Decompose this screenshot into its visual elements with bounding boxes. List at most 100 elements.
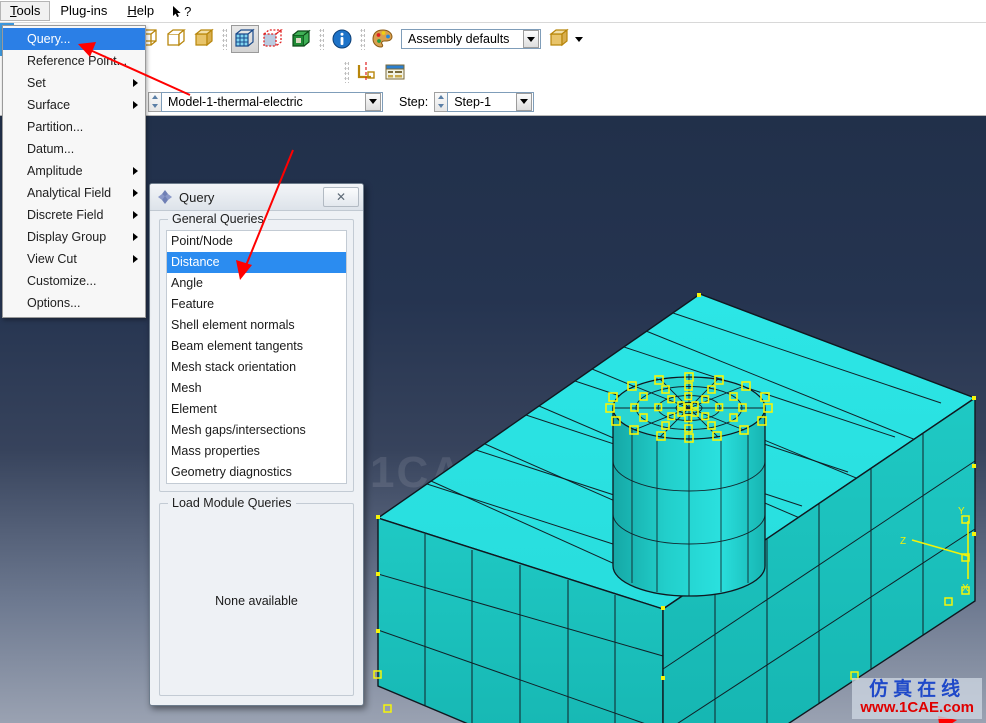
list-item[interactable]: Shell element normals [167,315,346,336]
menu-item-analytical-field[interactable]: Analytical Field [3,182,145,204]
menu-item-partition[interactable]: Partition... [3,116,145,138]
submenu-arrow-icon [133,211,138,219]
model-spinner[interactable] [148,91,161,112]
chevron-down-icon[interactable] [523,30,539,48]
submenu-arrow-icon [133,167,138,175]
list-item-selected[interactable]: Distance [167,252,346,273]
menu-item-surface-label: Surface [27,98,71,112]
site-watermark: 仿真在线 www.1CAE.com [852,678,982,719]
query-dialog[interactable]: Query ✕ General Queries Point/Node Dista… [149,183,364,706]
toolbar-grip-2[interactable] [319,28,324,50]
query-dialog-titlebar[interactable]: Query ✕ [150,184,363,211]
spinner-up-icon[interactable] [152,95,158,99]
list-item[interactable]: Mesh gaps/intersections [167,420,346,441]
view-cube-icon[interactable] [545,25,573,53]
menu-item-view-cut-label: View Cut [27,252,77,266]
site-watermark-en: www.1CAE.com [860,699,974,717]
datum-y-label: Y [958,506,965,517]
list-item[interactable]: Mass properties [167,441,346,462]
menu-item-set[interactable]: Set [3,72,145,94]
step-value: Step-1 [454,94,492,109]
menu-item-display-group[interactable]: Display Group [3,226,145,248]
model-chevron-down-icon[interactable] [365,92,381,111]
menu-tools[interactable]: TToolsools [0,1,51,21]
menu-item-query[interactable]: Query... [3,28,145,50]
menu-item-options-label: Options... [27,296,81,310]
step-combo[interactable]: Step-1 [447,91,535,112]
model-viewport[interactable]: 1CAE.COM [0,116,986,723]
help-pointer-label: ? [184,3,192,19]
list-item[interactable]: Angle [167,273,346,294]
view-cube-chevron-icon[interactable] [573,25,585,53]
menu-item-reference-point[interactable]: Reference Point... [3,50,145,72]
mesh-display-icon[interactable] [231,25,259,53]
context-bar: Model-1-thermal-electric Step: Step-1 [0,88,986,116]
query-dialog-title: Query [179,189,215,205]
list-item[interactable]: Feature [167,294,346,315]
site-watermark-cn: 仿真在线 [869,678,966,701]
spinner-down-icon[interactable] [152,104,158,108]
menu-item-amplitude[interactable]: Amplitude [3,160,145,182]
general-queries-group: General Queries Point/Node Distance Angl… [159,212,354,492]
menu-item-datum-label: Datum... [27,142,75,156]
toolbar-grip-4[interactable] [344,61,349,83]
model-value: Model-1-thermal-electric [168,94,303,109]
menu-item-surface[interactable]: Surface [3,94,145,116]
menu-item-discrete-field[interactable]: Discrete Field [3,204,145,226]
list-item[interactable]: Mesh stack orientation [167,357,346,378]
toolbar-grip-3[interactable] [360,28,365,50]
step-chevron-down-icon[interactable] [516,92,533,111]
menu-item-amplitude-label: Amplitude [27,164,83,178]
step-spinner-up-icon[interactable] [438,95,444,99]
menu-item-customize-label: Customize... [27,274,97,288]
list-item[interactable]: Beam element tangents [167,336,346,357]
color-palette-icon[interactable] [369,25,397,53]
model-combo[interactable]: Model-1-thermal-electric [161,91,383,112]
menu-item-partition-label: Partition... [27,120,84,134]
menu-item-analytical-field-label: Analytical Field [27,186,112,200]
model-geometry: Y Z X [373,293,977,723]
assembly-display-value: Assembly defaults [408,32,510,46]
green-cube-icon[interactable] [287,25,315,53]
table-display-icon[interactable] [381,58,409,86]
menu-help[interactable]: Help [117,1,164,21]
menu-item-customize[interactable]: Customize... [3,270,145,292]
menu-item-discrete-field-label: Discrete Field [27,208,104,222]
menu-item-display-group-label: Display Group [27,230,107,244]
menu-bar: TToolsools Plug-ins Help ? [0,0,986,23]
datum-x-label: X [962,583,969,594]
menu-item-options[interactable]: Options... [3,292,145,314]
menu-item-datum[interactable]: Datum... [3,138,145,160]
submenu-arrow-icon [133,233,138,241]
dashed-cube-icon[interactable] [259,25,287,53]
toolbar-grip[interactable] [222,28,227,50]
create-datum-icon[interactable] [353,58,381,86]
load-module-none-text: None available [215,594,298,608]
step-spinner-down-icon[interactable] [438,104,444,108]
menu-item-view-cut[interactable]: View Cut [3,248,145,270]
submenu-arrow-icon [133,189,138,197]
list-item[interactable]: Element [167,399,346,420]
load-module-queries-group: Load Module Queries None available [159,496,354,696]
assembly-display-combo[interactable]: Assembly defaults [401,29,541,49]
menu-item-reference-point-label: Reference Point... [27,54,128,68]
shaded-icon[interactable] [190,25,218,53]
close-icon-glyph: ✕ [335,190,347,204]
tools-dropdown-menu[interactable]: Query... Reference Point... Set Surface … [2,25,146,318]
general-queries-list[interactable]: Point/Node Distance Angle Feature Shell … [166,230,347,484]
help-pointer-icon[interactable]: ? [172,4,191,19]
menu-item-set-label: Set [27,76,46,90]
datum-z-label: Z [900,536,906,547]
list-item[interactable]: Geometry diagnostics [167,462,346,483]
list-item[interactable]: Mesh [167,378,346,399]
hidden-line-icon[interactable] [162,25,190,53]
query-information-icon[interactable] [328,25,356,53]
submenu-arrow-icon [133,79,138,87]
menu-item-query-label: Query... [27,32,71,46]
step-spinner[interactable] [434,91,448,112]
close-icon[interactable]: ✕ [323,187,359,207]
query-dialog-body: General Queries Point/Node Distance Angl… [150,211,363,705]
menu-plugins[interactable]: Plug-ins [50,1,117,21]
list-item[interactable]: Point/Node [167,231,346,252]
general-queries-label: General Queries [168,212,268,226]
